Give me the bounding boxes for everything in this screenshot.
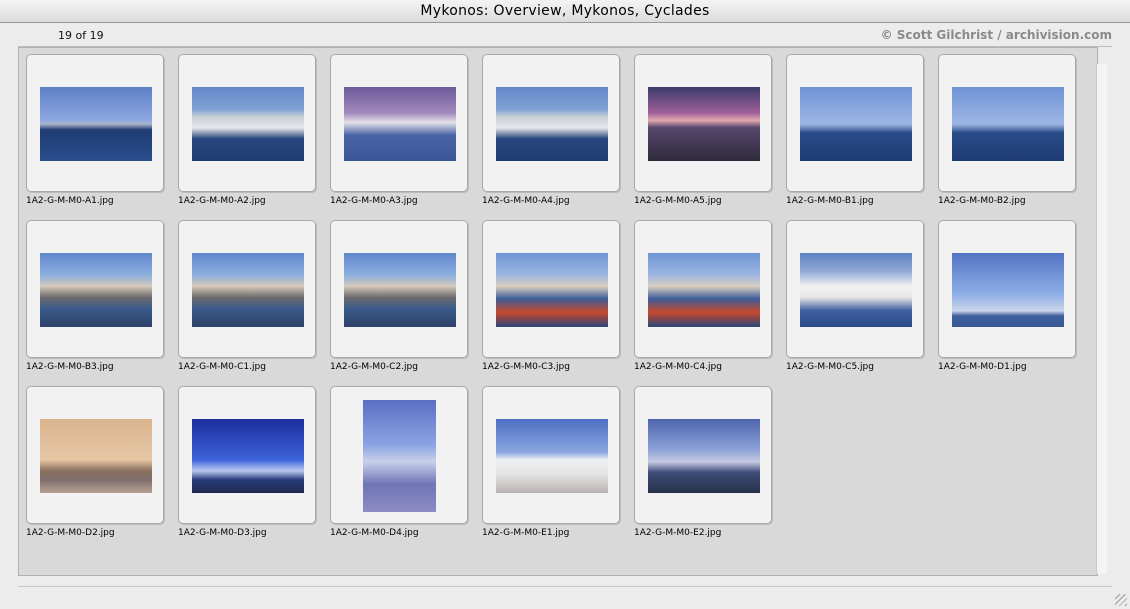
thumbnail-item[interactable]: 1A2-G-M-M0-C4.jpg bbox=[634, 220, 774, 380]
thumbnail-filename: 1A2-G-M-M0-E2.jpg bbox=[634, 528, 722, 538]
thumbnail-item[interactable]: 1A2-G-M-M0-B2.jpg bbox=[938, 54, 1078, 214]
status-divider bbox=[18, 586, 1112, 587]
thumbnail-filename: 1A2-G-M-M0-B3.jpg bbox=[26, 362, 114, 372]
slide-frame[interactable] bbox=[786, 54, 924, 192]
thumbnail-filename: 1A2-G-M-M0-C4.jpg bbox=[634, 362, 722, 372]
photo-thumbnail[interactable] bbox=[192, 253, 304, 327]
vertical-scrollbar[interactable] bbox=[1096, 64, 1107, 574]
photo-thumbnail[interactable] bbox=[40, 253, 152, 327]
slide-frame[interactable] bbox=[482, 54, 620, 192]
slide-frame[interactable] bbox=[634, 54, 772, 192]
slide-frame[interactable] bbox=[178, 54, 316, 192]
photo-thumbnail[interactable] bbox=[648, 253, 760, 327]
thumbnail-item[interactable]: 1A2-G-M-M0-A5.jpg bbox=[634, 54, 774, 214]
thumbnail-item[interactable]: 1A2-G-M-M0-D3.jpg bbox=[178, 386, 318, 546]
thumbnail-filename: 1A2-G-M-M0-A2.jpg bbox=[178, 196, 266, 206]
photo-thumbnail[interactable] bbox=[40, 87, 152, 161]
thumbnail-item[interactable]: 1A2-G-M-M0-A2.jpg bbox=[178, 54, 318, 214]
photo-thumbnail[interactable] bbox=[648, 87, 760, 161]
thumbnail-filename: 1A2-G-M-M0-A1.jpg bbox=[26, 196, 114, 206]
image-counter: 19 of 19 bbox=[58, 29, 104, 42]
thumbnail-filename: 1A2-G-M-M0-A4.jpg bbox=[482, 196, 570, 206]
thumbnail-filename: 1A2-G-M-M0-D1.jpg bbox=[938, 362, 1027, 372]
slide-frame[interactable] bbox=[938, 54, 1076, 192]
slide-frame[interactable] bbox=[330, 220, 468, 358]
thumbnail-item[interactable]: 1A2-G-M-M0-A4.jpg bbox=[482, 54, 622, 214]
photo-thumbnail[interactable] bbox=[40, 419, 152, 493]
photo-thumbnail[interactable] bbox=[344, 87, 456, 161]
photo-thumbnail[interactable] bbox=[344, 253, 456, 327]
slide-frame[interactable] bbox=[634, 386, 772, 524]
thumbnail-grid: 1A2-G-M-M0-A1.jpg 1A2-G-M-M0-A2.jpg 1A2-G-… bbox=[18, 47, 1098, 576]
slide-frame[interactable] bbox=[786, 220, 924, 358]
photo-thumbnail[interactable] bbox=[800, 253, 912, 327]
thumbnail-item[interactable]: 1A2-G-M-M0-C2.jpg bbox=[330, 220, 470, 380]
slide-frame[interactable] bbox=[26, 54, 164, 192]
photo-thumbnail[interactable] bbox=[363, 400, 436, 512]
thumbnail-filename: 1A2-G-M-M0-B2.jpg bbox=[938, 196, 1026, 206]
info-bar: 19 of 19 © Scott Gilchrist / archivision… bbox=[18, 24, 1112, 47]
thumbnail-item[interactable]: 1A2-G-M-M0-A1.jpg bbox=[26, 54, 166, 214]
thumbnail-item[interactable]: 1A2-G-M-M0-C5.jpg bbox=[786, 220, 926, 380]
thumbnail-filename: 1A2-G-M-M0-C3.jpg bbox=[482, 362, 570, 372]
copyright-credit: © Scott Gilchrist / archivision.com bbox=[880, 28, 1112, 42]
thumbnail-item[interactable]: 1A2-G-M-M0-E2.jpg bbox=[634, 386, 774, 546]
slide-frame[interactable] bbox=[26, 386, 164, 524]
slide-frame[interactable] bbox=[482, 220, 620, 358]
thumbnail-item[interactable]: 1A2-G-M-M0-E1.jpg bbox=[482, 386, 622, 546]
thumbnail-filename: 1A2-G-M-M0-D2.jpg bbox=[26, 528, 115, 538]
thumbnail-filename: 1A2-G-M-M0-B1.jpg bbox=[786, 196, 874, 206]
slide-frame[interactable] bbox=[330, 386, 468, 524]
thumbnail-filename: 1A2-G-M-M0-C2.jpg bbox=[330, 362, 418, 372]
resize-grip-icon[interactable] bbox=[1115, 594, 1127, 606]
thumbnail-item[interactable]: 1A2-G-M-M0-A3.jpg bbox=[330, 54, 470, 214]
slide-frame[interactable] bbox=[26, 220, 164, 358]
thumbnail-filename: 1A2-G-M-M0-A3.jpg bbox=[330, 196, 418, 206]
thumbnail-item[interactable]: 1A2-G-M-M0-D4.jpg bbox=[330, 386, 470, 546]
photo-thumbnail[interactable] bbox=[192, 419, 304, 493]
thumbnail-filename: 1A2-G-M-M0-C5.jpg bbox=[786, 362, 874, 372]
slide-frame[interactable] bbox=[178, 386, 316, 524]
slide-frame[interactable] bbox=[938, 220, 1076, 358]
photo-thumbnail[interactable] bbox=[496, 419, 608, 493]
thumbnail-item[interactable]: 1A2-G-M-M0-B3.jpg bbox=[26, 220, 166, 380]
thumbnail-item[interactable]: 1A2-G-M-M0-D1.jpg bbox=[938, 220, 1078, 380]
thumbnail-filename: 1A2-G-M-M0-D3.jpg bbox=[178, 528, 267, 538]
photo-thumbnail[interactable] bbox=[496, 253, 608, 327]
photo-thumbnail[interactable] bbox=[496, 87, 608, 161]
thumbnail-filename: 1A2-G-M-M0-E1.jpg bbox=[482, 528, 570, 538]
slide-frame[interactable] bbox=[482, 386, 620, 524]
thumbnail-filename: 1A2-G-M-M0-A5.jpg bbox=[634, 196, 722, 206]
thumbnail-filename: 1A2-G-M-M0-C1.jpg bbox=[178, 362, 266, 372]
thumbnail-item[interactable]: 1A2-G-M-M0-B1.jpg bbox=[786, 54, 926, 214]
photo-thumbnail[interactable] bbox=[952, 87, 1064, 161]
slide-frame[interactable] bbox=[178, 220, 316, 358]
photo-thumbnail[interactable] bbox=[648, 419, 760, 493]
photo-thumbnail[interactable] bbox=[192, 87, 304, 161]
thumbnail-item[interactable]: 1A2-G-M-M0-C3.jpg bbox=[482, 220, 622, 380]
photo-thumbnail[interactable] bbox=[800, 87, 912, 161]
window-title: Mykonos: Overview, Mykonos, Cyclades bbox=[0, 0, 1130, 23]
photo-thumbnail[interactable] bbox=[952, 253, 1064, 327]
slide-frame[interactable] bbox=[634, 220, 772, 358]
thumbnail-filename: 1A2-G-M-M0-D4.jpg bbox=[330, 528, 419, 538]
thumbnail-item[interactable]: 1A2-G-M-M0-C1.jpg bbox=[178, 220, 318, 380]
thumbnail-item[interactable]: 1A2-G-M-M0-D2.jpg bbox=[26, 386, 166, 546]
slide-frame[interactable] bbox=[330, 54, 468, 192]
